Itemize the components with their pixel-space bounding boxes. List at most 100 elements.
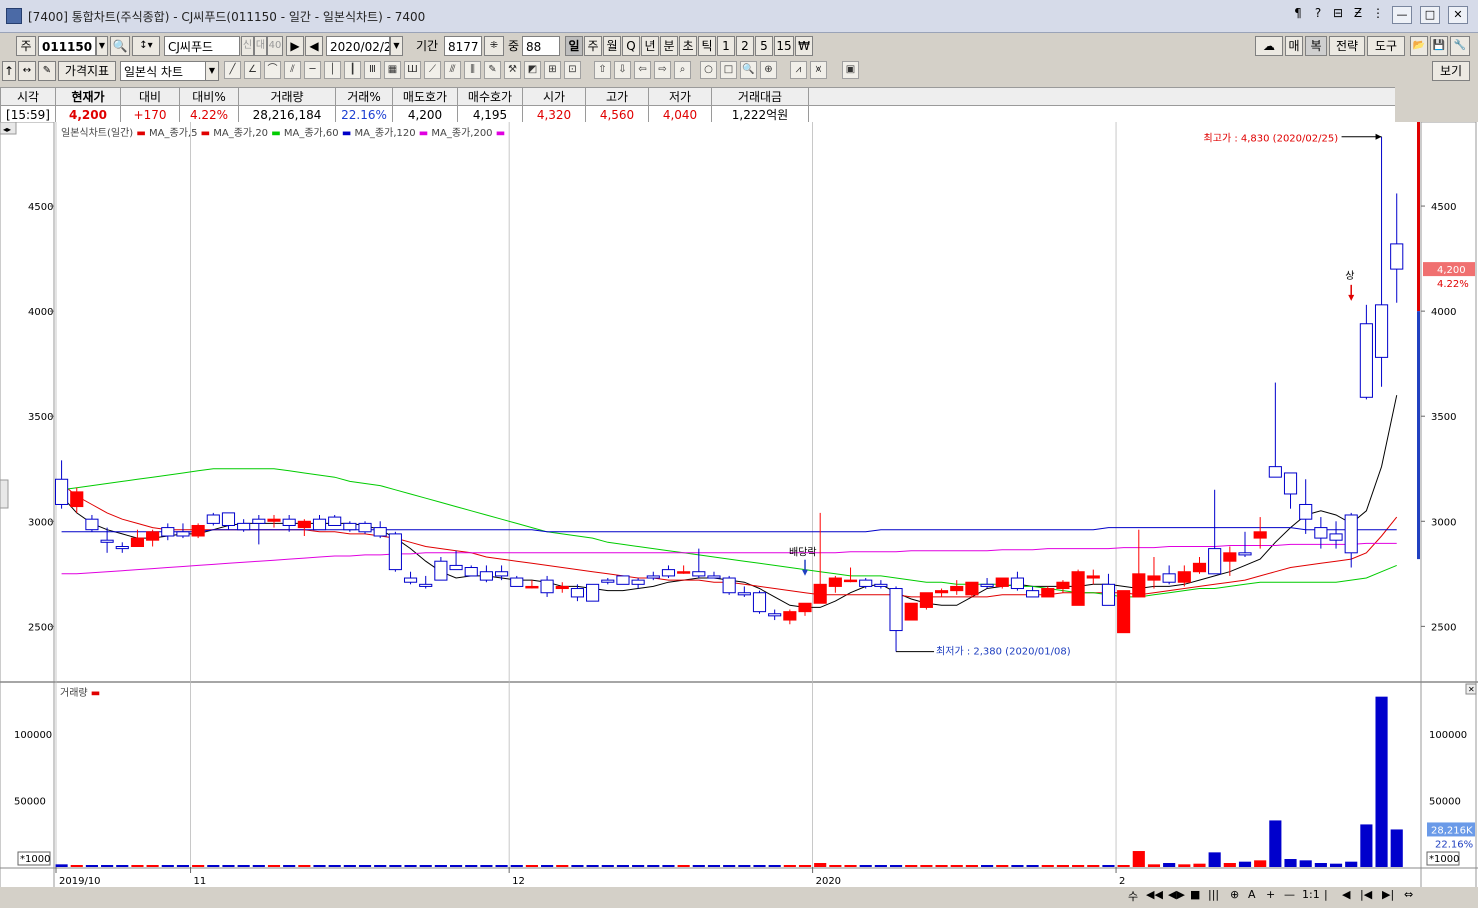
nav-control-icon[interactable]: |◀ xyxy=(1360,888,1372,901)
date-input[interactable]: 2020/02/26 xyxy=(326,36,390,56)
edit-icon[interactable]: ✎ xyxy=(38,61,56,81)
multi-button[interactable]: 복 xyxy=(1305,36,1327,56)
save-icon[interactable]: 💾 xyxy=(1430,36,1448,56)
fan-icon[interactable]: ⫽ xyxy=(284,61,301,79)
channel-icon[interactable]: ⫻ xyxy=(444,61,461,79)
pin-icon[interactable]: ¶ xyxy=(1292,6,1304,24)
nav-control-icon[interactable]: — xyxy=(1284,888,1295,901)
tools-button[interactable]: 도구 xyxy=(1367,36,1405,56)
nav-control-icon[interactable]: ▶| xyxy=(1382,888,1394,901)
nav-control-icon[interactable]: ◀▶ xyxy=(1168,888,1185,901)
market-select[interactable]: 주 xyxy=(16,36,36,56)
period-button[interactable]: 2 xyxy=(736,36,754,56)
help-icon[interactable]: ? xyxy=(1312,6,1324,24)
link-icon[interactable]: Ƶ xyxy=(1352,6,1364,24)
strategy-button[interactable]: 전략 xyxy=(1329,36,1365,56)
nav-control-icon[interactable]: ■ xyxy=(1190,888,1200,901)
parallel-icon[interactable]: ⫼ xyxy=(464,61,481,79)
trend-line-icon[interactable]: ╱ xyxy=(224,61,241,79)
period-button[interactable]: ₩ xyxy=(795,36,813,56)
nav-control-icon[interactable]: ◀ xyxy=(1342,888,1350,901)
up-arrow-icon[interactable]: ↑ xyxy=(2,61,16,81)
indicator-button[interactable]: 가격지표 xyxy=(58,61,116,81)
nav-control-icon[interactable]: A xyxy=(1248,888,1256,901)
credit-badge[interactable]: 대 xyxy=(254,36,267,56)
zoom-icon[interactable]: ⌕ xyxy=(674,61,691,79)
horizontal-line-icon[interactable]: ─ xyxy=(304,61,321,79)
fill-icon[interactable]: ◩ xyxy=(524,61,541,79)
box-icon[interactable]: ⊞ xyxy=(544,61,561,79)
period-button[interactable]: 틱 xyxy=(698,36,716,56)
circle-icon[interactable]: ○ xyxy=(700,61,717,79)
arrow-left-icon[interactable]: ⇦ xyxy=(634,61,651,79)
fibo-time-icon[interactable]: Ш xyxy=(404,61,421,79)
arrow-up-icon[interactable]: ⇧ xyxy=(594,61,611,79)
layout-icon[interactable]: ⊟ xyxy=(1332,6,1344,24)
arrow-right-icon[interactable]: ⇨ xyxy=(654,61,671,79)
crosshair-icon[interactable]: ⊕ xyxy=(760,61,777,79)
period-lines-icon[interactable]: Ⅲ xyxy=(364,61,381,79)
more-icon[interactable]: ⋮ xyxy=(1372,6,1384,24)
nav-control-icon[interactable]: + xyxy=(1266,888,1275,901)
nav-control-icon[interactable]: ◀◀ xyxy=(1146,888,1163,901)
sort-icon[interactable]: ↕▾ xyxy=(132,36,160,56)
stock-code-input[interactable]: 011150 xyxy=(38,36,96,56)
pen-icon[interactable]: ✎ xyxy=(484,61,501,79)
minimize-button[interactable]: — xyxy=(1392,6,1412,24)
rectangle-icon[interactable]: □ xyxy=(720,61,737,79)
period-button[interactable]: 15 xyxy=(774,36,794,56)
export-icon[interactable]: ▣ xyxy=(842,61,859,79)
frame-icon[interactable]: ⊡ xyxy=(564,61,581,79)
vertical-line-icon[interactable]: │ xyxy=(324,61,341,79)
folder-icon[interactable]: 📂 xyxy=(1410,36,1428,56)
side-collapse-icon[interactable] xyxy=(0,479,9,509)
close-button[interactable]: ✕ xyxy=(1448,6,1468,24)
code-dropdown-icon[interactable]: ▼ xyxy=(96,36,108,56)
chart-type-dropdown-icon[interactable]: ▼ xyxy=(205,61,219,81)
next-stock-button[interactable]: ▶ xyxy=(286,36,304,56)
nav-control-icon[interactable]: 1:1 xyxy=(1302,888,1320,901)
period-button[interactable]: Q xyxy=(622,36,640,56)
price-chart[interactable]: ◂▸ ✕ 2019/10 11 12 2020 2 2500 2500 3000 3000 3500 3… xyxy=(0,122,1478,908)
arrow-down-icon[interactable]: ⇩ xyxy=(614,61,631,79)
date-dropdown-icon[interactable]: ▼ xyxy=(390,36,403,56)
maximize-button[interactable]: □ xyxy=(1420,6,1440,24)
qv-price: 4,200 xyxy=(55,105,121,124)
margin-badge[interactable]: 40 xyxy=(267,36,283,56)
period-button[interactable]: 분 xyxy=(660,36,678,56)
nav-control-icon[interactable]: | xyxy=(1324,888,1328,901)
cloud-icon[interactable]: ☁ xyxy=(1255,36,1283,56)
chart-type-select[interactable]: 일본식 차트 xyxy=(120,61,206,81)
nav-control-icon[interactable]: 수 xyxy=(1128,888,1138,904)
spin-icon[interactable]: ⁜ xyxy=(484,36,504,56)
buy-button[interactable]: 매 xyxy=(1285,36,1303,56)
grid-icon[interactable]: ▦ xyxy=(384,61,401,79)
wrench-icon[interactable]: 🔧 xyxy=(1450,36,1470,56)
period-button[interactable]: 초 xyxy=(679,36,697,56)
prev-stock-button[interactable]: ◀ xyxy=(305,36,323,56)
period-button[interactable]: 5 xyxy=(755,36,773,56)
bold-vline-icon[interactable]: ┃ xyxy=(344,61,361,79)
period-button[interactable]: 월 xyxy=(603,36,621,56)
new-badge[interactable]: 신 xyxy=(241,36,254,56)
wave2-icon[interactable]: ⩙ xyxy=(810,61,827,79)
arc-icon[interactable]: ⌒ xyxy=(264,61,281,79)
view-button[interactable]: 보기 xyxy=(1432,61,1470,81)
wave-icon[interactable]: ⩘ xyxy=(790,61,807,79)
period-button[interactable]: 년 xyxy=(641,36,659,56)
period-button[interactable]: 일 xyxy=(565,36,583,56)
angle-line-icon[interactable]: ∠ xyxy=(244,61,261,79)
period-button[interactable]: 1 xyxy=(717,36,735,56)
nav-control-icon[interactable]: ⊕ xyxy=(1230,888,1239,901)
period-input[interactable]: 8177 xyxy=(444,36,482,56)
magnify-icon[interactable]: 🔍 xyxy=(740,61,757,79)
nav-control-icon[interactable]: ⇔ xyxy=(1404,888,1413,901)
count-input[interactable]: 88 xyxy=(522,36,560,56)
volume-bar xyxy=(905,865,918,867)
nav-control-icon[interactable]: ||| xyxy=(1208,888,1219,901)
expand-icon[interactable]: ↔ xyxy=(18,61,36,81)
ray-icon[interactable]: ⟋ xyxy=(424,61,441,79)
search-icon[interactable]: 🔍 xyxy=(110,36,130,56)
period-button[interactable]: 주 xyxy=(584,36,602,56)
tool-icon[interactable]: ⚒ xyxy=(504,61,521,79)
